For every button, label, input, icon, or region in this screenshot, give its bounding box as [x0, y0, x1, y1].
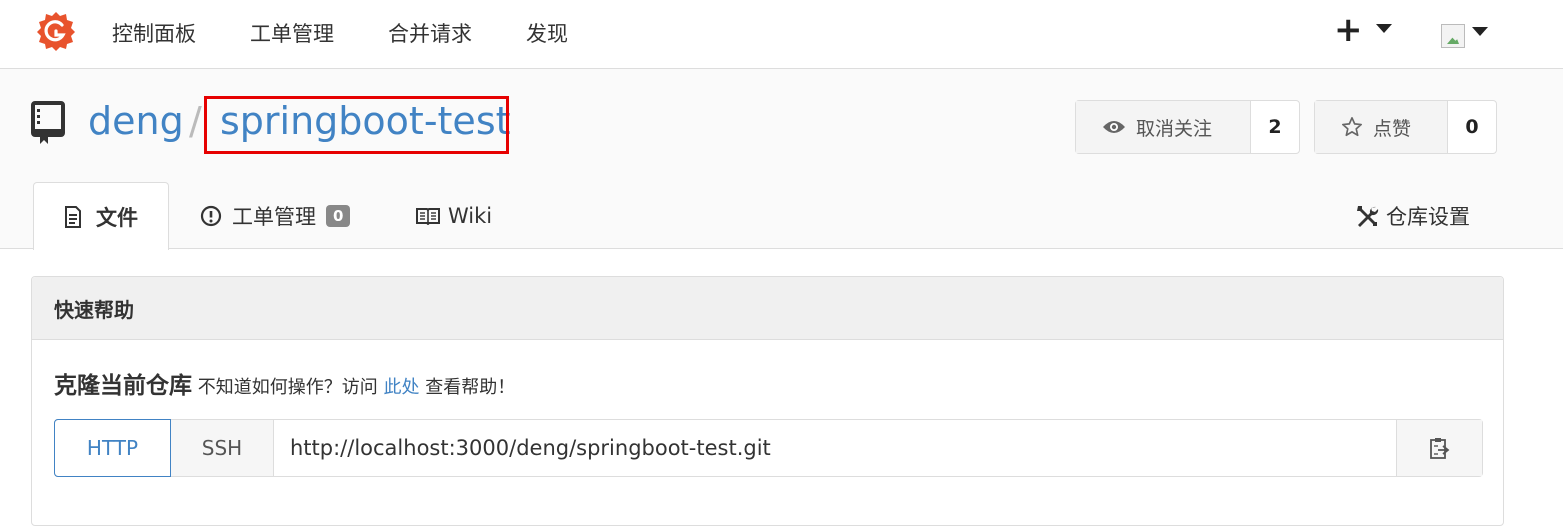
repo-header: deng / springboot-test 取消关注 2 点赞 0 文件 工单…	[0, 69, 1563, 250]
watchers-count[interactable]: 2	[1251, 101, 1299, 153]
clone-instructions: 克隆当前仓库 不知道如何操作？访问 此处 查看帮助！	[54, 366, 515, 400]
repo-owner-link[interactable]: deng	[88, 99, 184, 143]
help-link[interactable]: 此处	[383, 377, 419, 398]
ssh-clone-button[interactable]: SSH	[171, 420, 274, 476]
clone-url-input[interactable]: http://localhost:3000/deng/springboot-te…	[274, 420, 1396, 476]
annotation-highlight-box	[204, 96, 509, 154]
nav-explore[interactable]: 发现	[526, 18, 568, 48]
tab-files[interactable]: 文件	[33, 182, 169, 250]
unwatch-button[interactable]: 取消关注	[1076, 101, 1251, 153]
tab-settings[interactable]: 仓库设置	[1354, 182, 1470, 250]
file-text-icon	[65, 205, 81, 228]
tab-issues[interactable]: 工单管理 0	[200, 182, 351, 250]
tab-wiki[interactable]: Wiki	[416, 182, 492, 250]
repo-path-separator: /	[189, 99, 202, 143]
issue-opened-icon	[200, 205, 222, 227]
clipboard-copy-icon	[1429, 438, 1449, 459]
copy-url-button[interactable]	[1396, 420, 1482, 476]
nav-issues[interactable]: 工单管理	[250, 18, 334, 48]
top-navbar: 控制面板 工单管理 合并请求 发现 +	[0, 0, 1563, 69]
star-button-group: 点赞 0	[1314, 100, 1497, 154]
eye-icon	[1103, 121, 1125, 133]
star-button[interactable]: 点赞	[1315, 101, 1448, 153]
clone-help-text-end: 查看帮助！	[425, 377, 516, 398]
http-clone-button[interactable]: HTTP	[54, 419, 171, 477]
clone-title: 克隆当前仓库	[54, 373, 192, 399]
quick-help-title: 快速帮助	[32, 277, 1503, 340]
gogs-logo-icon[interactable]	[36, 11, 76, 51]
book-icon	[416, 208, 440, 225]
create-plus-icon[interactable]: +	[1334, 10, 1363, 50]
user-dropdown-caret-icon[interactable]	[1472, 27, 1488, 36]
tools-icon	[1357, 206, 1379, 227]
watch-button-group: 取消关注 2	[1075, 100, 1300, 154]
user-avatar[interactable]	[1441, 24, 1465, 48]
clone-url-bar: HTTP SSH http://localhost:3000/deng/spri…	[54, 419, 1483, 477]
tab-wiki-label: Wiki	[448, 204, 493, 228]
stars-count[interactable]: 0	[1448, 101, 1496, 153]
quick-help-panel: 快速帮助 克隆当前仓库 不知道如何操作？访问 此处 查看帮助！ HTTP SSH…	[31, 276, 1504, 526]
create-dropdown-caret-icon[interactable]	[1376, 24, 1392, 33]
nav-dashboard[interactable]: 控制面板	[112, 18, 196, 48]
tab-settings-label: 仓库设置	[1386, 205, 1470, 229]
issues-count-badge: 0	[326, 205, 351, 227]
tab-files-label: 文件	[96, 205, 138, 230]
unwatch-label: 取消关注	[1136, 117, 1213, 140]
star-label: 点赞	[1373, 117, 1412, 140]
tab-issues-label: 工单管理	[232, 205, 316, 229]
clone-help-text: 不知道如何操作？访问	[197, 377, 378, 398]
nav-pull-requests[interactable]: 合并请求	[388, 18, 472, 48]
repo-book-icon	[31, 101, 65, 144]
star-icon	[1342, 117, 1362, 137]
